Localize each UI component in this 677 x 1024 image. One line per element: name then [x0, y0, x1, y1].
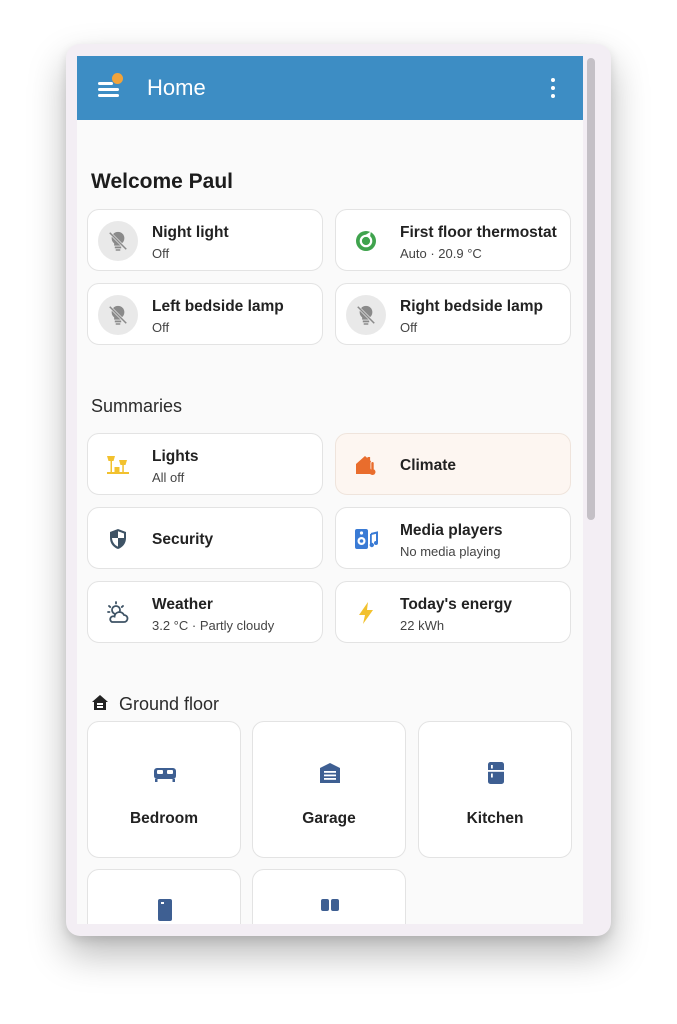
tile-state: Off — [152, 320, 170, 335]
lightning-bolt-icon — [346, 593, 386, 633]
tile-name: Night light — [152, 224, 229, 241]
welcome-heading: Welcome Paul — [91, 170, 233, 193]
tile-name: Left bedside lamp — [152, 298, 284, 315]
tile-name: Weather — [152, 596, 213, 613]
area-label: Garage — [302, 810, 356, 827]
thermostat-auto-icon — [346, 221, 386, 261]
speaker-music-icon — [346, 519, 386, 559]
tile-state: All off — [152, 470, 185, 485]
area-garage[interactable]: Garage — [252, 721, 406, 858]
ground-floor-label: Ground floor — [119, 694, 220, 714]
app-window: Home Welcome Paul Night light Off First … — [66, 44, 611, 936]
garage-icon — [317, 760, 343, 786]
tile-state: 3.2 °C · Partly cloudy — [152, 618, 275, 633]
tile-name: Lights — [152, 448, 199, 465]
tile-name: Security — [152, 531, 214, 548]
home-floor-icon — [91, 694, 109, 717]
menu-button[interactable] — [95, 73, 123, 100]
ground-floor-heading: Ground floor — [91, 694, 219, 717]
area-bedroom[interactable]: Bedroom — [87, 721, 241, 858]
floor-lamp-icon — [98, 445, 138, 485]
area-card-partial[interactable] — [252, 869, 406, 924]
lightbulb-off-icon — [346, 295, 386, 335]
area-label: Bedroom — [129, 810, 199, 827]
tile-name: First floor thermostat — [400, 224, 557, 241]
summary-security[interactable]: Security — [87, 507, 323, 569]
page-title: Home — [147, 75, 206, 100]
area-card-partial[interactable] — [87, 869, 241, 924]
summaries-heading: Summaries — [91, 396, 183, 416]
lightbulb-off-icon — [98, 295, 138, 335]
more-options-button[interactable] — [549, 78, 557, 98]
bed-icon — [152, 760, 178, 786]
tile-first-floor-thermostat[interactable]: First floor thermostat Auto · 20.9 °C — [335, 209, 571, 271]
tile-name: Climate — [400, 457, 456, 474]
tile-state: 22 kWh — [400, 618, 445, 633]
summary-lights[interactable]: Lights All off — [87, 433, 323, 495]
tile-name: Today's energy — [400, 596, 512, 613]
dots-vertical-icon — [551, 78, 555, 82]
tile-name: Right bedside lamp — [400, 298, 543, 315]
tile-state: Off — [400, 320, 418, 335]
summary-weather[interactable]: Weather 3.2 °C · Partly cloudy — [87, 581, 323, 643]
scrollbar[interactable] — [587, 58, 595, 520]
tile-night-light[interactable]: Night light Off — [87, 209, 323, 271]
area-kitchen[interactable]: Kitchen — [418, 721, 572, 858]
tile-right-bedside-lamp[interactable]: Right bedside lamp Off — [335, 283, 571, 345]
summary-climate[interactable]: Climate — [335, 433, 571, 495]
area-label: Kitchen — [466, 810, 524, 827]
summary-todays-energy[interactable]: Today's energy 22 kWh — [335, 581, 571, 643]
weather-partly-cloudy-icon — [98, 593, 138, 633]
app-screen: Home Welcome Paul Night light Off First … — [77, 56, 583, 924]
tile-state: Off — [152, 246, 170, 261]
summary-media-players[interactable]: Media players No media playing — [335, 507, 571, 569]
tile-left-bedside-lamp[interactable]: Left bedside lamp Off — [87, 283, 323, 345]
shield-icon — [98, 519, 138, 559]
notification-badge — [112, 73, 123, 84]
tile-state: Auto · 20.9 °C — [400, 246, 482, 261]
tile-state: No media playing — [400, 544, 501, 559]
lightbulb-off-icon — [98, 221, 138, 261]
fridge-icon — [483, 760, 509, 786]
tile-name: Media players — [400, 522, 503, 539]
app-bar: Home — [77, 56, 583, 120]
home-thermometer-icon — [346, 445, 386, 485]
sofa-icon — [317, 897, 343, 923]
door-icon — [152, 897, 178, 923]
